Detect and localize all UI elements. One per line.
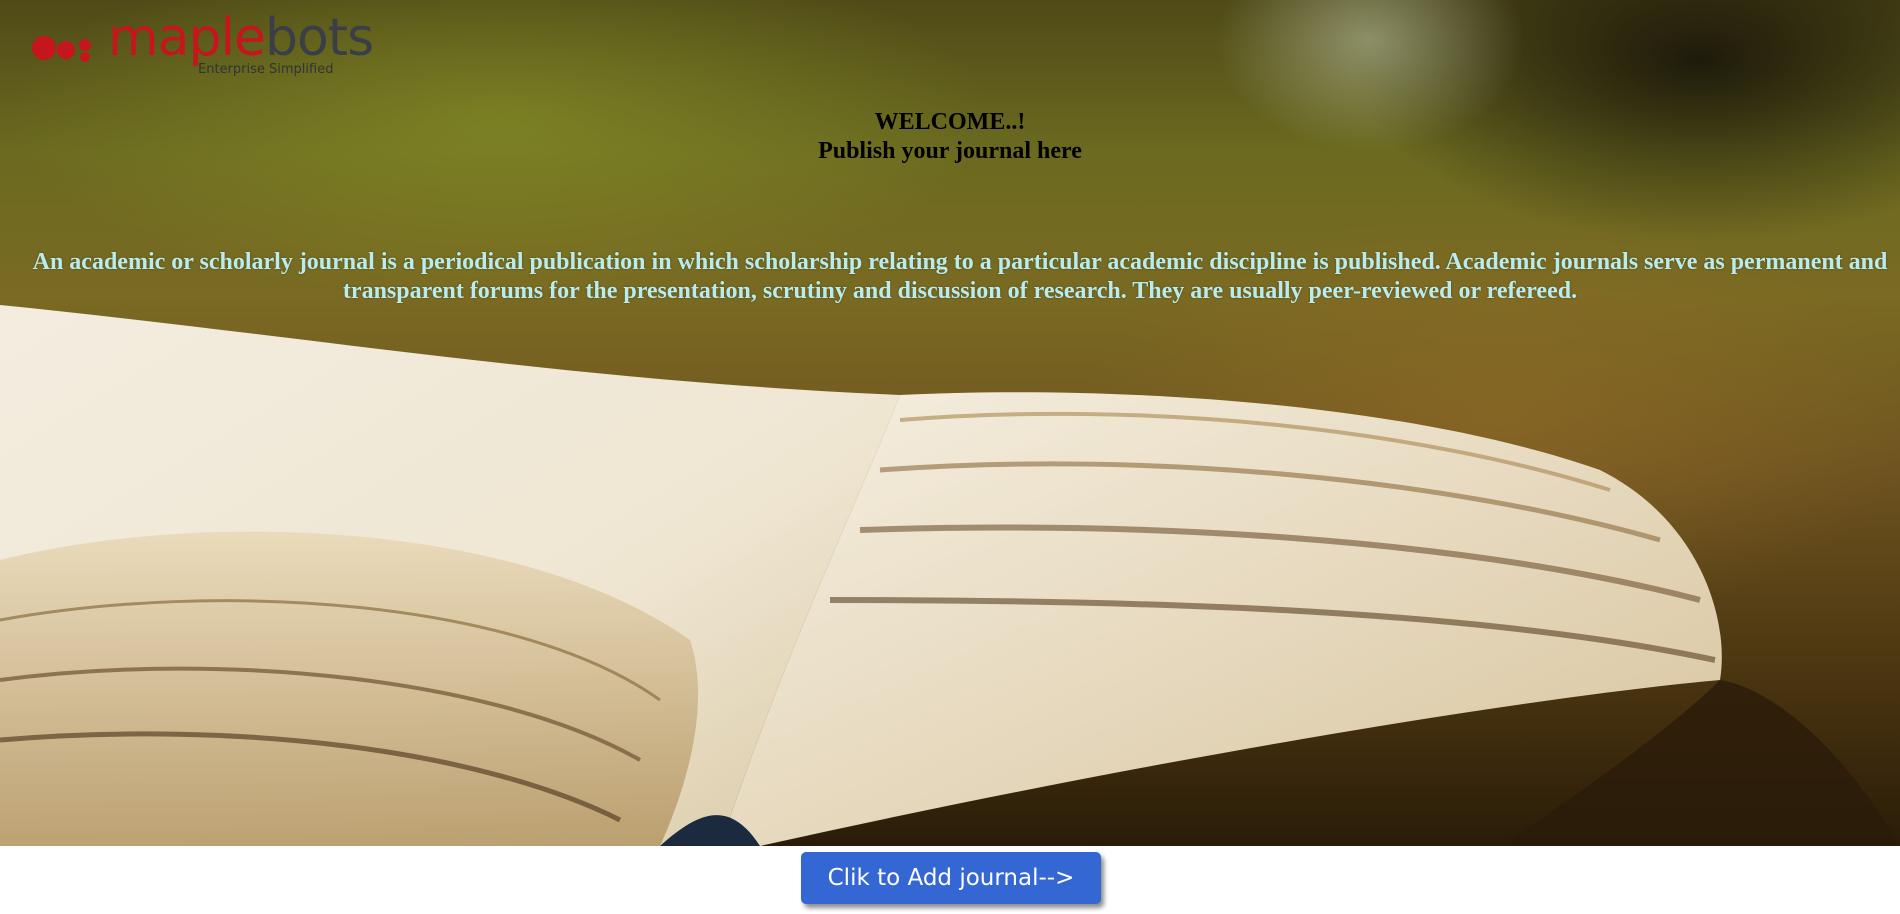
welcome-line: WELCOME..! (874, 109, 1026, 135)
logo-bubbles-icon (32, 36, 91, 62)
journal-description: An academic or scholarly journal is a pe… (32, 249, 1888, 304)
maplebots-logo[interactable]: maplebots Enterprise Simplified (30, 8, 374, 78)
logo-wordmark-bots: bots (264, 8, 374, 68)
logo-wordmark: maplebots (108, 8, 374, 68)
hero-banner: maplebots Enterprise Simplified WELCOME.… (0, 0, 1900, 846)
logo-wordmark-maple: maple (108, 8, 266, 68)
add-journal-button[interactable]: Clik to Add journal--> (801, 852, 1101, 904)
welcome-heading: WELCOME..! Publish your journal here (0, 108, 1900, 166)
logo-tagline: Enterprise Simplified (198, 62, 334, 77)
welcome-subtitle: Publish your journal here (818, 138, 1082, 164)
